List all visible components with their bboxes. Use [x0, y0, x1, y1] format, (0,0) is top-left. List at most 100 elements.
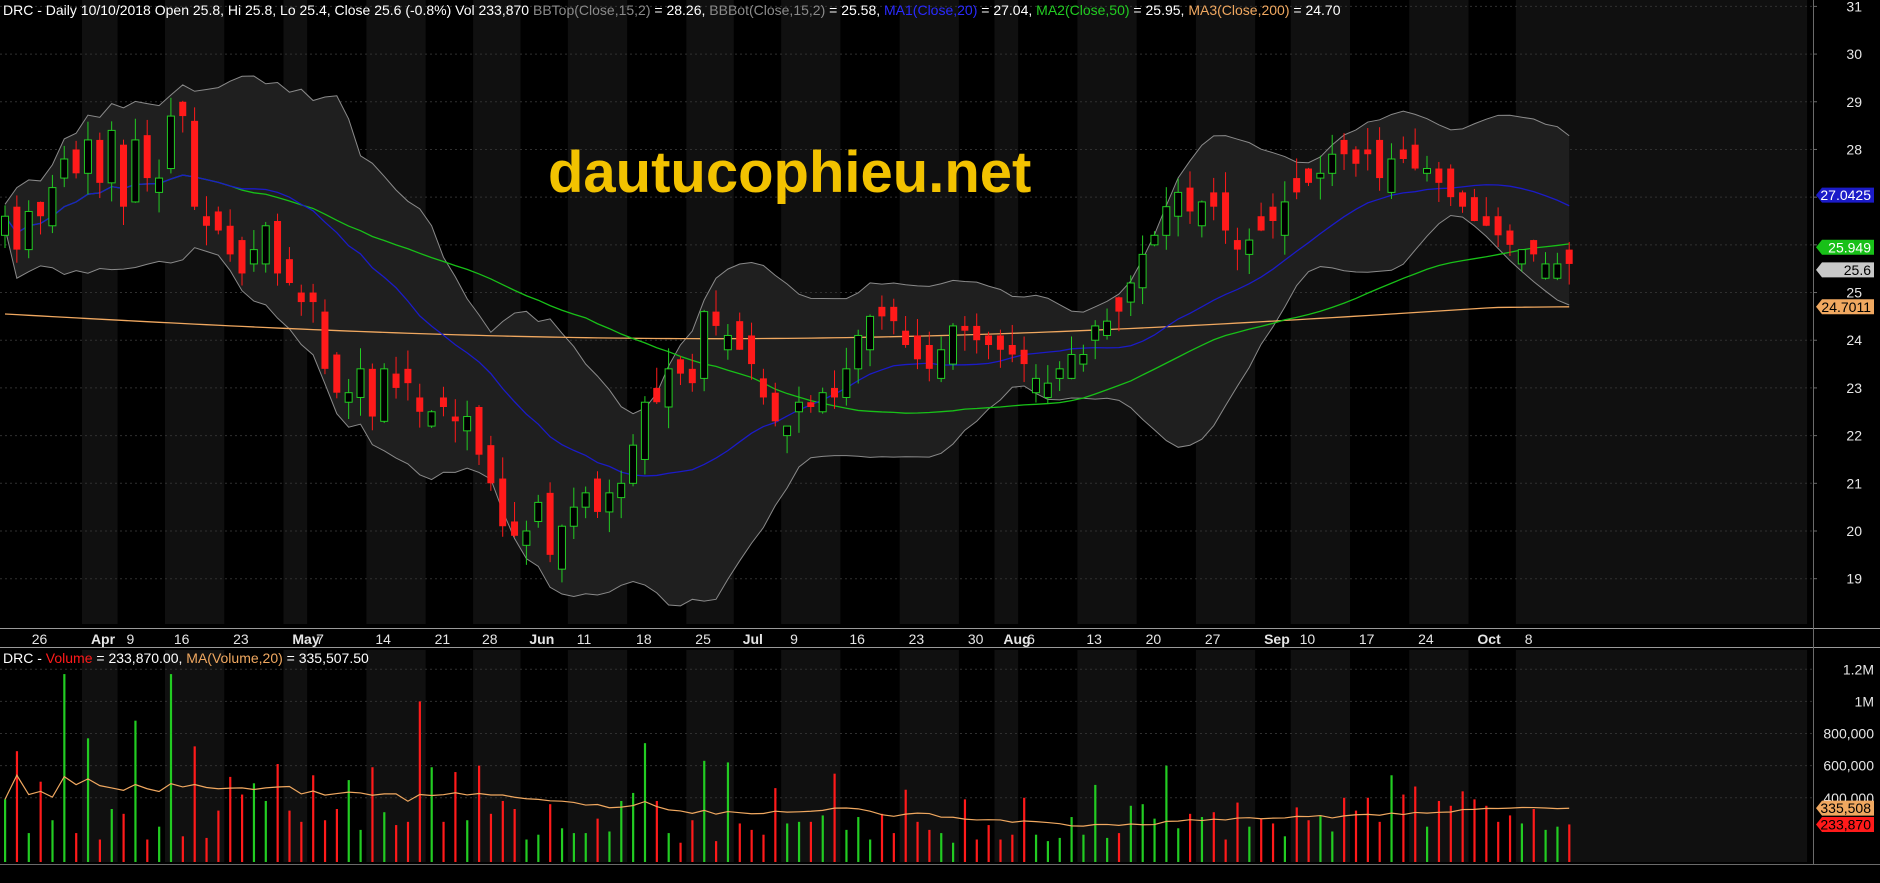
volume-bar — [1034, 834, 1038, 862]
volume-bar — [1106, 837, 1109, 862]
candle-body — [1079, 354, 1088, 365]
candle-body — [794, 401, 803, 413]
volume-bar — [489, 813, 493, 862]
date-tick-label: 10 — [1300, 631, 1316, 647]
price-tag-label: 24.7011 — [1821, 299, 1871, 315]
volume-bar — [667, 833, 670, 862]
volume-bar — [1082, 834, 1085, 862]
candle-body — [143, 135, 151, 179]
candle-body — [48, 187, 57, 227]
volume-bar — [63, 674, 66, 862]
volume-bar — [217, 810, 220, 862]
volume-bar — [952, 842, 955, 862]
price-tick-label: 23 — [1846, 380, 1862, 396]
volume-bar — [549, 804, 552, 862]
candle-body — [1565, 249, 1573, 264]
candle — [949, 323, 957, 370]
volume-bar — [928, 829, 931, 862]
volume-bar — [15, 751, 19, 862]
date-tick-label: 28 — [482, 631, 498, 647]
candle-body — [546, 492, 554, 555]
volume-bar — [181, 836, 184, 862]
volume-bar — [572, 833, 575, 862]
volume-bar — [1414, 786, 1417, 862]
candle-body — [1197, 201, 1206, 227]
price-tick-label: 20 — [1846, 523, 1862, 539]
volume-bar — [655, 800, 658, 862]
volume-bar — [608, 831, 611, 862]
candle-body — [522, 530, 531, 546]
volume-bar — [359, 829, 362, 862]
candle-body — [996, 335, 1004, 350]
candle-body — [1138, 253, 1147, 289]
price-tick-label: 28 — [1846, 141, 1862, 157]
candle-body — [1233, 240, 1241, 250]
date-axis-strip — [0, 629, 1813, 647]
candle — [333, 352, 341, 399]
volume-bar — [762, 834, 765, 862]
price-tag-label: 25.6 — [1844, 262, 1871, 278]
volume-bar — [525, 839, 528, 862]
volume-bar — [691, 820, 694, 862]
volume-bar — [620, 800, 623, 862]
volume-bar — [1177, 828, 1180, 862]
volume-bar — [501, 800, 504, 862]
candle-body — [238, 240, 246, 274]
week-band — [1515, 0, 1808, 624]
candle-body — [748, 335, 756, 365]
week-band — [82, 0, 118, 624]
volume-bar — [169, 674, 173, 862]
volume-bar — [916, 821, 919, 862]
candle-body — [866, 315, 875, 351]
date-tick-label: Oct — [1477, 631, 1501, 647]
volume-bar — [1295, 807, 1298, 862]
candle-body — [1316, 172, 1325, 179]
candle-body — [499, 478, 507, 527]
header-ma3-value: = 24.70 — [1289, 2, 1340, 18]
candle-body — [380, 368, 389, 422]
candle-body — [1459, 192, 1467, 207]
volume-bar — [1497, 821, 1500, 862]
volume-bar — [252, 783, 256, 862]
volume-bar — [703, 760, 706, 862]
volume-bar — [371, 767, 374, 862]
volume-bar — [750, 829, 753, 862]
candle-body — [664, 368, 673, 408]
header-ma2-value: = 25.95, — [1130, 2, 1189, 18]
volume-bar — [276, 764, 279, 862]
volume-bar — [1283, 836, 1286, 862]
candle-body — [416, 397, 424, 412]
price-tick-label: 19 — [1846, 571, 1862, 587]
date-tick-label: Jun — [529, 631, 554, 647]
candle-body — [1020, 349, 1028, 365]
price-header: DRC - Daily 10/10/2018 Open 25.8, Hi 25.… — [3, 2, 1341, 18]
date-tick-label: 8 — [1525, 631, 1533, 647]
candle-body — [913, 335, 921, 360]
price-tick-label: 24 — [1846, 332, 1862, 348]
candle-body — [1305, 168, 1312, 183]
candle-body — [1103, 320, 1112, 336]
date-tick-label: 26 — [32, 631, 48, 647]
volume-bar — [1023, 797, 1026, 862]
volume-header-ma: MA(Volume,20) — [186, 650, 282, 666]
price-tick-label: 21 — [1846, 475, 1862, 491]
volume-bar — [999, 839, 1002, 862]
date-tick-label: Jul — [743, 631, 763, 647]
candle-body — [1423, 168, 1431, 174]
volume-tag-label: 335,508 — [1820, 800, 1871, 816]
volume-bar — [51, 820, 54, 862]
volume-bar — [312, 775, 315, 862]
volume-bar — [1366, 797, 1369, 862]
date-tick-label: 21 — [435, 631, 451, 647]
volume-bar — [158, 826, 161, 862]
candle-body — [1115, 297, 1123, 312]
candle-body — [594, 478, 601, 512]
candle-body — [1328, 153, 1337, 174]
volume-bar — [513, 809, 516, 862]
volume-bar — [1260, 818, 1263, 862]
volume-bar — [134, 720, 137, 862]
candle-body — [842, 368, 851, 398]
candle-body — [925, 345, 933, 369]
candle-body — [1506, 230, 1514, 245]
volume-bar — [288, 810, 291, 862]
